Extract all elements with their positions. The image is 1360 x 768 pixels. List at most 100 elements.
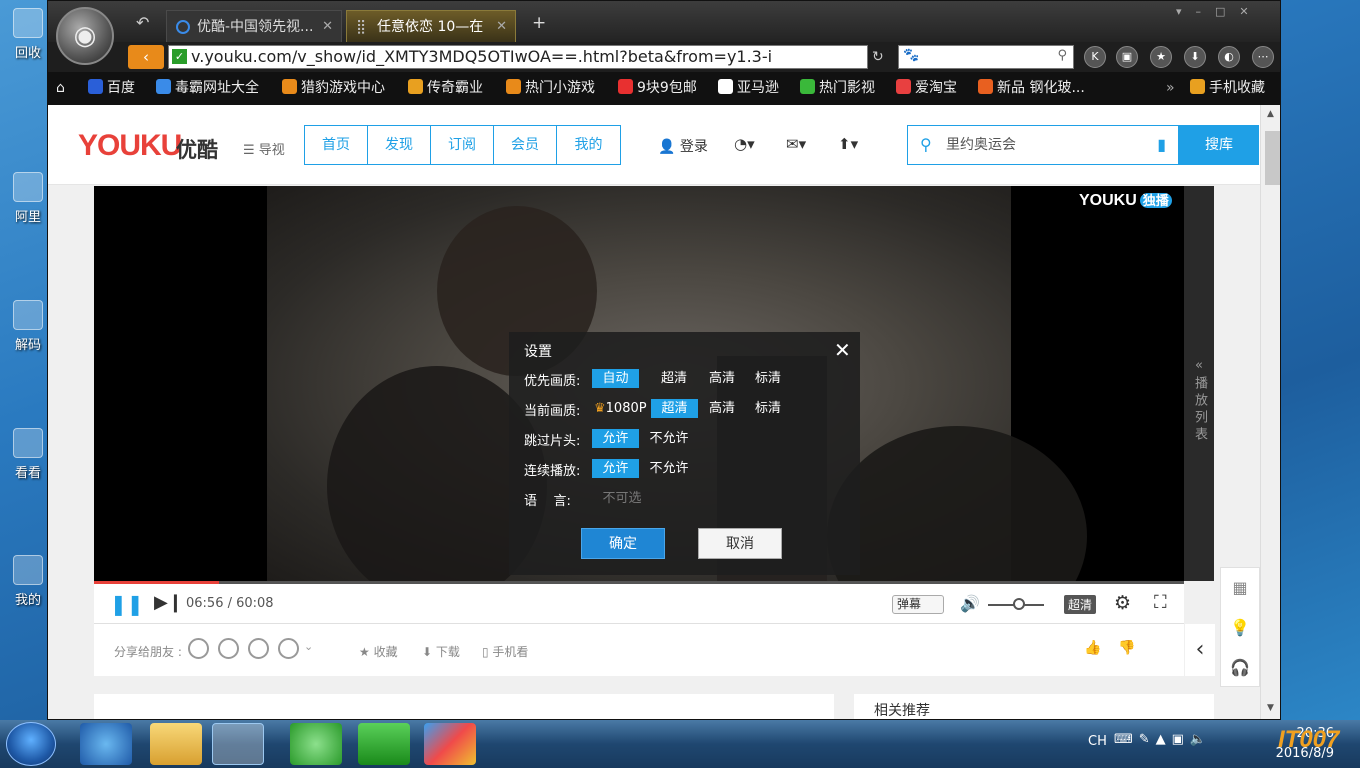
option-disallow[interactable]: 不允许 [644,429,694,448]
scroll-down-icon[interactable]: ▼ [1267,703,1274,713]
page-scrollbar[interactable]: ▲ ▼ [1260,105,1280,719]
browser-taskbar-icon[interactable] [290,723,342,765]
mobile-watch-button[interactable]: ▯ 手机看 [482,643,528,660]
nav-mine[interactable]: 我的 [557,126,620,164]
option-sd[interactable]: 标清 [745,399,791,418]
bookmark-duba[interactable]: 毒霸网址大全 [156,72,259,105]
chevron-down-icon[interactable]: ⌄ [304,640,313,653]
settings-gear-icon[interactable]: ⚙ [1114,592,1131,614]
search-icon[interactable]: ⚲ [1057,48,1067,63]
undo-close-tab-icon[interactable]: ↶ [136,13,149,32]
qzone-icon[interactable] [218,638,239,659]
bookmark-9kuai9[interactable]: 9块9包邮 [618,72,697,105]
new-tab-icon[interactable]: + [532,13,546,33]
bookmark-amazon[interactable]: 亚马逊 [718,72,779,105]
collapse-chevron-icon[interactable]: ‹ [1185,624,1215,676]
video-player[interactable]: YOUKU 独播 设置 ✕ 优先画质: 自动 超清 高清 标清 当前画质: ♛10… [94,186,1184,646]
kingsoft-icon[interactable]: K [1084,46,1106,68]
nav-home[interactable]: 首页 [305,126,368,164]
url-field[interactable]: ✓ v.youku.com/v_show/id_XMTY3MDQ5OTIwOA==… [168,45,868,69]
fullscreen-icon[interactable]: ⛶ [1154,592,1167,613]
volume-knob[interactable] [1012,598,1025,610]
danmu-toggle[interactable]: 弹幕 [892,595,944,614]
bookmark-mobile-fav[interactable]: 手机收藏 [1190,72,1265,105]
option-allow[interactable]: 允许 [592,459,639,478]
volume-icon[interactable]: 🔊 [960,594,980,613]
message-icon[interactable]: ✉▾ [786,135,806,153]
lightbulb-icon[interactable]: 💡 [1221,608,1259,648]
quality-button[interactable]: 超清 [1064,595,1097,614]
playlist-toggle[interactable]: « 播放列表 [1184,186,1214,581]
option-sd[interactable]: 标清 [745,369,791,388]
menu-icon[interactable]: ⋯ [1252,46,1274,68]
login-button[interactable]: 👤 登录 [658,136,708,156]
game-icon[interactable]: ◐ [1218,46,1240,68]
chart-icon[interactable]: ▮ [1157,126,1166,164]
close-tab-icon[interactable]: ✕ [496,11,507,42]
youku-search-input[interactable]: ⚲ 里约奥运会 ▮ [907,125,1179,165]
bookmark-baidu[interactable]: 百度 [88,72,135,105]
option-hd[interactable]: 高清 [699,399,745,418]
start-button[interactable] [6,722,56,766]
browser-search-input[interactable]: 🐾 ⚲ [898,45,1074,69]
guide-button[interactable]: ☰ 导视 [243,139,285,158]
close-icon[interactable]: ✕ [834,338,851,362]
search-button[interactable]: 搜库 [1179,125,1259,165]
tray-icons[interactable]: ⌨✎▲▣🔈 [1114,732,1212,747]
qq-icon[interactable] [278,638,299,659]
iqiyi-taskbar-icon[interactable] [358,723,410,765]
desktop-icon-my-player[interactable]: 我的 [6,555,50,608]
option-auto[interactable]: 自动 [592,369,639,388]
tab-active-video[interactable]: ⣿ 任意依恋 10—在 ✕ [346,10,516,42]
bookmark-liebao-game[interactable]: 猎豹游戏中心 [282,72,385,105]
bookmark-aitaobao[interactable]: 爱淘宝 [896,72,957,105]
favorite-button[interactable]: ★ 收藏 [359,643,398,660]
youku-logo[interactable]: YOUKU [78,129,182,163]
ie-taskbar-icon[interactable] [80,723,132,765]
volume-slider[interactable] [988,598,1044,610]
explorer-taskbar-icon[interactable] [150,723,202,765]
close-tab-icon[interactable]: ✕ [322,11,333,42]
option-disallow[interactable]: 不允许 [644,459,694,478]
ok-button[interactable]: 确定 [581,528,665,559]
option-hd[interactable]: 高清 [699,369,745,388]
youku-logo-cn[interactable]: 优酷 [176,134,218,164]
back-button[interactable]: ‹ [128,45,164,69]
option-super-hd[interactable]: 超清 [651,399,698,418]
tab-youku-home[interactable]: 优酷-中国领先视... ✕ [166,10,342,42]
nav-discover[interactable]: 发现 [368,126,431,164]
desktop-icon-recycle-bin[interactable]: 回收 [6,8,50,61]
bookmark-chuanqi[interactable]: 传奇霸业 [408,72,483,105]
download-icon[interactable]: ⬇ [1184,46,1206,68]
qr-code-icon[interactable]: ▦ [1221,568,1259,608]
headset-icon[interactable]: 🎧 [1221,648,1259,688]
liebao-taskbar-icon[interactable] [212,723,264,765]
scroll-up-icon[interactable]: ▲ [1267,109,1274,119]
bookmark-glass[interactable]: 新品 钢化玻... [978,72,1085,105]
desktop-icon-aliwangwang[interactable]: 阿里 [6,172,50,225]
next-icon[interactable]: ▶❙ [154,592,183,613]
upload-icon[interactable]: ⬆▾ [838,135,858,153]
language-indicator[interactable]: CH [1088,734,1107,749]
nav-subscribe[interactable]: 订阅 [431,126,494,164]
weibo-icon[interactable] [248,638,269,659]
thumbs-down-icon[interactable]: 👎 [1118,640,1135,656]
bookmark-mini-games[interactable]: 热门小游戏 [506,72,595,105]
download-button[interactable]: ⬇ 下载 [422,643,460,660]
cancel-button[interactable]: 取消 [698,528,782,559]
thumbs-up-icon[interactable]: 👍 [1084,640,1101,656]
home-icon[interactable]: ⌂ [56,72,65,105]
option-1080p[interactable]: ♛1080P [594,399,652,418]
window-controls[interactable]: ▾–□✕ [1176,5,1263,18]
option-super-hd[interactable]: 超清 [649,369,699,388]
media-taskbar-icon[interactable] [424,723,476,765]
refresh-icon[interactable]: ↻ [872,49,884,65]
star-icon[interactable]: ★ [1150,46,1172,68]
desktop-icon-decoder[interactable]: 解码 [6,300,50,353]
option-allow[interactable]: 允许 [592,429,639,448]
lock-icon[interactable]: ▣ [1116,46,1138,68]
wechat-icon[interactable] [188,638,209,659]
bookmark-movies[interactable]: 热门影视 [800,72,875,105]
bookmarks-overflow-icon[interactable]: » [1166,72,1175,105]
pause-icon[interactable]: ❚❚ [110,592,144,616]
